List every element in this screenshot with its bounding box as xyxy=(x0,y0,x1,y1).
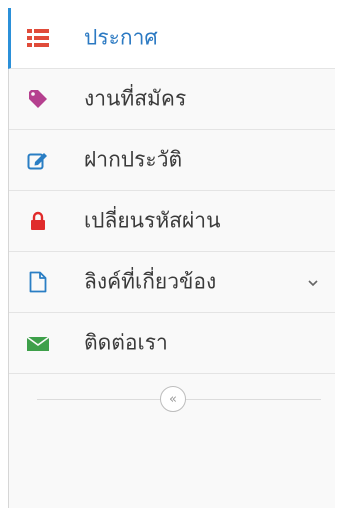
lock-icon xyxy=(27,210,49,232)
sidebar-collapse-row: « xyxy=(9,374,335,426)
menu-item-announcements[interactable]: ประกาศ xyxy=(8,8,335,69)
double-chevron-left-icon: « xyxy=(169,391,177,407)
edit-icon xyxy=(27,149,49,171)
file-icon xyxy=(27,271,49,293)
menu-item-label: เปลี่ยนรหัสผ่าน xyxy=(84,208,221,233)
menu-item-label: ลิงค์ที่เกี่ยวข้อง xyxy=(84,269,217,294)
chevron-down-icon[interactable] xyxy=(306,275,320,289)
menu-item-related-links[interactable]: ลิงค์ที่เกี่ยวข้อง xyxy=(9,252,335,313)
menu-item-label: ประกาศ xyxy=(84,25,158,50)
menu-item-label: ฝากประวัติ xyxy=(84,147,183,172)
sidebar-collapse-button[interactable]: « xyxy=(160,386,186,412)
list-icon xyxy=(27,27,49,49)
menu-item-label: ติดต่อเรา xyxy=(84,330,168,355)
sidebar-menu: ประกาศ งานที่สมัคร ฝากประวัติ เปลี่ยนรหั… xyxy=(8,8,335,508)
menu-item-submit-resume[interactable]: ฝากประวัติ xyxy=(9,130,335,191)
envelope-icon xyxy=(27,332,49,354)
tag-icon xyxy=(27,88,49,110)
menu-item-contact[interactable]: ติดต่อเรา xyxy=(9,313,335,374)
menu-item-label: งานที่สมัคร xyxy=(84,86,187,111)
menu-item-change-password[interactable]: เปลี่ยนรหัสผ่าน xyxy=(9,191,335,252)
menu-item-applied-jobs[interactable]: งานที่สมัคร xyxy=(9,69,335,130)
